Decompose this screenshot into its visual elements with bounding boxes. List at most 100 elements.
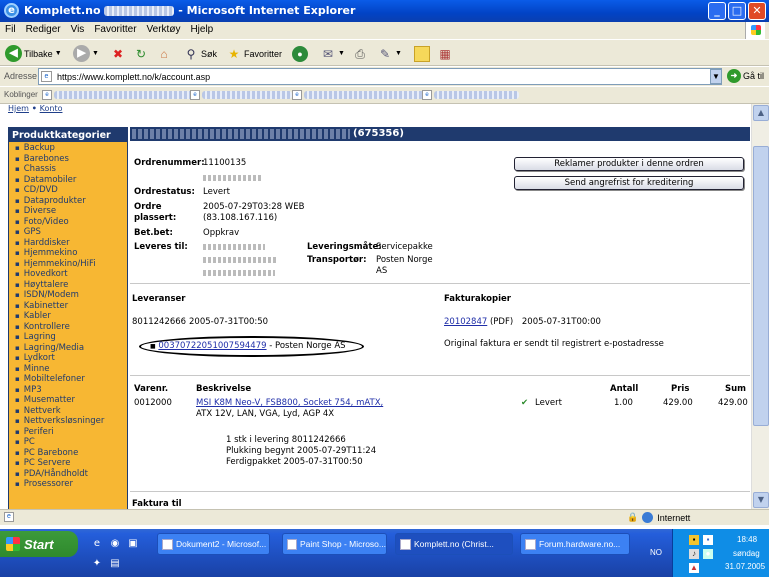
quicklaunch-desktop-icon[interactable]: ▣ [126, 537, 140, 551]
search-button[interactable]: ⚲ Søk [183, 43, 217, 64]
favorites-button[interactable]: ★ Favoritter [226, 43, 282, 64]
sidebar-item[interactable]: Dataprodukter [15, 196, 127, 207]
tray-volume-icon[interactable]: ♪ [689, 549, 699, 559]
sidebar-item[interactable]: Datamobiler [15, 175, 127, 186]
home-button[interactable]: ⌂ [156, 43, 172, 64]
link-item[interactable]: e [422, 90, 519, 100]
sidebar-item[interactable]: Chassis [15, 164, 127, 175]
link-item[interactable]: e [292, 90, 424, 100]
sidebar-item[interactable]: Kabler [15, 311, 127, 322]
sidebar-item[interactable]: Lagring [15, 332, 127, 343]
category-sidebar: Produktkategorier BackupBarebonesChassis… [8, 127, 128, 509]
sidebar-item[interactable]: Lagring/Media [15, 343, 127, 354]
go-button[interactable]: ➜ Gå til [727, 69, 764, 83]
taskbar-button-komplett[interactable]: Komplett.no (Christ... [395, 533, 513, 555]
sidebar-item[interactable]: Periferi [15, 427, 127, 438]
bullet-icon: ■ [150, 343, 156, 350]
tracking-link[interactable]: 00370722051007594479 [158, 341, 266, 351]
item-pris: 429.00 [663, 398, 693, 408]
refresh-button[interactable]: ↻ [133, 43, 149, 64]
link-item[interactable]: e [42, 90, 194, 100]
breadcrumb-home[interactable]: Hjem [8, 104, 29, 113]
taskbar-button-dokument2[interactable]: Dokument2 - Microsof... [157, 533, 270, 555]
address-dropdown-button[interactable]: ▼ [710, 69, 722, 84]
tray-network-icon[interactable]: ▪ [703, 535, 713, 545]
sidebar-item[interactable]: Kabinetter [15, 301, 127, 312]
sidebar-item[interactable]: Hjemmekino [15, 248, 127, 259]
invoice-link[interactable]: 20102847 [444, 317, 487, 327]
home-icon: ⌂ [160, 46, 168, 61]
sidebar-item[interactable]: Musematter [15, 395, 127, 406]
sidebar-item[interactable]: ISDN/Modem [15, 290, 127, 301]
menu-edit[interactable]: Rediger [21, 22, 66, 37]
sidebar-item[interactable]: Foto/Video [15, 217, 127, 228]
messenger-button[interactable]: ▦ [437, 43, 453, 64]
scroll-down-button[interactable]: ▼ [753, 492, 769, 508]
taskbar-button-forum[interactable]: Forum.hardware.no... [520, 533, 630, 555]
sidebar-item[interactable]: PC [15, 437, 127, 448]
menu-view[interactable]: Vis [66, 22, 90, 37]
clock-time[interactable]: 18:48 [737, 535, 757, 544]
sidebar-item[interactable]: Prosessorer [15, 479, 127, 490]
maximize-button[interactable]: □ [728, 2, 746, 20]
order-header-number: (675356) [353, 128, 404, 139]
quicklaunch-folder-icon[interactable]: ▤ [108, 557, 122, 571]
stop-button[interactable]: ✖ [110, 43, 126, 64]
item-description-link[interactable]: MSI K8M Neo-V, FSB800, Socket 754, mATX, [196, 398, 383, 408]
tray-security-icon[interactable]: ▲ [689, 563, 699, 573]
close-button[interactable]: ✕ [748, 2, 766, 20]
sidebar-item[interactable]: Kontrollere [15, 322, 127, 333]
address-input[interactable] [38, 68, 722, 85]
sidebar-item[interactable]: Diverse [15, 206, 127, 217]
menu-favorites[interactable]: Favoritter [89, 22, 141, 37]
quicklaunch-ie-icon[interactable]: e [90, 537, 104, 551]
print-button[interactable]: ⎙ [352, 43, 368, 64]
edit-button[interactable]: ✎ ▼ [377, 43, 402, 64]
language-indicator[interactable]: NO [650, 548, 662, 557]
menu-file[interactable]: Fil [0, 22, 21, 37]
menu-tools[interactable]: Verktøy [142, 22, 186, 37]
sidebar-item[interactable]: Barebones [15, 154, 127, 165]
breadcrumb-current[interactable]: Konto [40, 104, 63, 113]
sidebar-item[interactable]: Minne [15, 364, 127, 375]
sidebar-item[interactable]: CD/DVD [15, 185, 127, 196]
sidebar-item[interactable]: Høyttalere [15, 280, 127, 291]
sidebar-item[interactable]: PC Servere [15, 458, 127, 469]
vertical-scrollbar[interactable]: ▲ ▼ [751, 104, 769, 509]
start-button[interactable]: Start [0, 531, 78, 557]
tray-app-icon[interactable]: ▪ [689, 535, 699, 545]
sidebar-item[interactable]: Hjemmekino/HiFi [15, 259, 127, 270]
scroll-up-button[interactable]: ▲ [753, 105, 769, 121]
scroll-thumb[interactable] [753, 146, 769, 426]
sidebar-item[interactable]: Backup [15, 143, 127, 154]
sidebar-item[interactable]: Nettverk [15, 406, 127, 417]
sidebar-item[interactable]: Lydkort [15, 353, 127, 364]
sidebar-item[interactable]: GPS [15, 227, 127, 238]
link-item[interactable]: e [190, 90, 292, 100]
sidebar-item[interactable]: MP3 [15, 385, 127, 396]
forward-button[interactable]: ▶ ▼ [73, 43, 99, 64]
quicklaunch-firefox-icon[interactable]: ✦ [90, 557, 104, 571]
window-titlebar[interactable]: e Komplett.no - Microsoft Internet Explo… [0, 0, 769, 22]
sidebar-item[interactable]: PDA/Håndholdt [15, 469, 127, 480]
quicklaunch-media-icon[interactable]: ◉ [108, 537, 122, 551]
sidebar-item[interactable]: Mobiltelefoner [15, 374, 127, 385]
divider [130, 491, 750, 492]
tray-messenger-icon[interactable]: ● [703, 549, 713, 559]
back-button[interactable]: ◀ Tilbake ▼ [5, 43, 62, 64]
media-button[interactable]: ● [292, 43, 308, 64]
links-bar: Koblinger e e e e [0, 87, 769, 104]
menu-help[interactable]: Hjelp [185, 22, 218, 37]
reklamer-button[interactable]: Reklamer produkter i denne ordren [514, 157, 744, 171]
sidebar-item[interactable]: Hovedkort [15, 269, 127, 280]
folder-button[interactable] [414, 43, 430, 64]
sidebar-item[interactable]: Nettverksløsninger [15, 416, 127, 427]
send-angrefrist-button[interactable]: Send angrefrist for kreditering [514, 176, 744, 190]
minimize-button[interactable]: _ [708, 2, 726, 20]
sidebar-item[interactable]: PC Barebone [15, 448, 127, 459]
taskbar-button-paint[interactable]: Paint Shop - Microso... [282, 533, 387, 555]
search-icon: ⚲ [186, 46, 196, 61]
mail-button[interactable]: ✉ ▼ [320, 43, 345, 64]
sidebar-item[interactable]: Harddisker [15, 238, 127, 249]
page-icon: e [190, 90, 200, 100]
